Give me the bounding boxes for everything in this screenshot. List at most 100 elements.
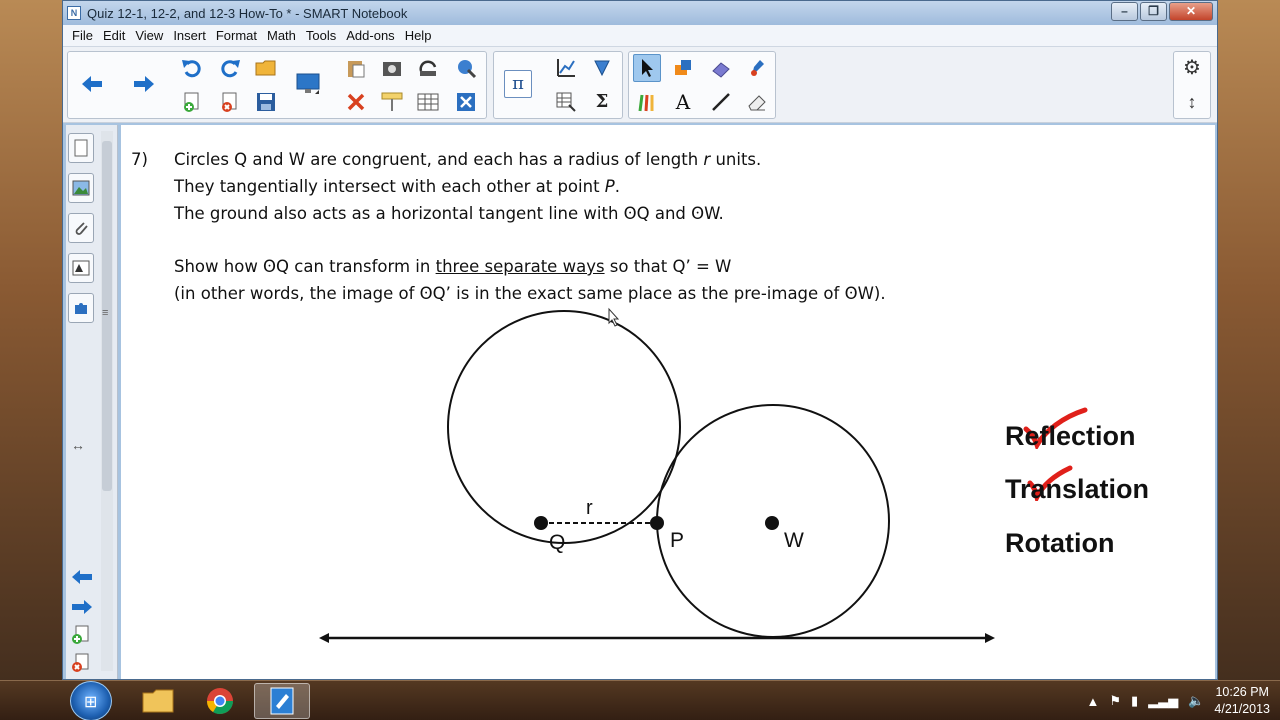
minimize-button[interactable]: – [1111,2,1138,21]
point-p [650,516,664,530]
label-p: P [670,529,685,552]
app-icon: N [67,6,81,20]
title-bar[interactable]: N Quiz 12-1, 12-2, and 12-3 How-To * - S… [63,1,1217,25]
toolbar-group-math: π Σ [493,51,623,119]
pi-icon[interactable]: π [504,70,532,98]
label-w: W [784,529,804,552]
menu-format[interactable]: Format [211,28,262,43]
graph-icon[interactable] [552,54,580,82]
ground-arrow-left [319,633,329,643]
mouse-cursor-icon [608,307,620,327]
menu-view[interactable]: View [130,28,168,43]
file-explorer-icon[interactable] [130,683,186,719]
properties-icon[interactable] [68,253,94,283]
menu-math[interactable]: Math [262,28,301,43]
label-r: r [586,497,593,519]
grip-icon: ≡ [102,307,109,319]
page-sorter-icon[interactable] [68,133,94,163]
attachments-icon[interactable] [68,213,94,243]
screen-shade-icon[interactable] [294,70,322,98]
window-title: Quiz 12-1, 12-2, and 12-3 How-To * - SMA… [87,5,408,21]
paste-icon[interactable] [342,54,370,82]
toolbar-group-settings: ⚙ ↕ [1173,51,1211,119]
toolbar-group-tools: A [628,51,776,119]
resize-arrows-icon[interactable]: ↔ [71,437,85,453]
back-arrow-icon[interactable] [78,70,106,98]
clock[interactable]: 10:26 PM 4/21/2013 [1214,684,1270,718]
sigma-icon[interactable]: Σ [588,88,616,116]
menu-edit[interactable]: Edit [98,28,130,43]
pen-icon[interactable] [743,54,771,82]
add-ons-puzzle-icon[interactable] [68,293,94,323]
next-page-icon[interactable] [70,599,94,620]
screen-icon[interactable] [378,88,406,116]
main-toolbar: π Σ A ⚙ ↕ [63,47,1217,123]
maximize-button[interactable]: ❐ [1140,2,1167,21]
volume-icon[interactable]: 🔈 [1188,693,1204,709]
notebook-page[interactable]: 7) Circles Q and W are congruent, and ea… [121,125,1215,679]
forward-arrow-icon[interactable] [130,70,158,98]
circle-q [447,310,681,544]
clock-time: 10:26 PM [1215,685,1269,699]
side-add-page-icon[interactable] [70,625,90,650]
circles-diagram [319,307,995,643]
menu-insert[interactable]: Insert [168,28,211,43]
fill-icon[interactable] [669,54,697,82]
answer-translation: Translation [1005,474,1150,504]
action-center-flag-icon[interactable]: ⚑ [1109,693,1121,709]
previous-page-icon[interactable] [70,569,94,590]
menu-add-ons[interactable]: Add-ons [341,28,399,43]
doc-camera-icon[interactable] [414,54,442,82]
save-icon[interactable] [252,88,280,116]
side-panel-scrollbar[interactable] [101,131,113,671]
side-panel: ≡ ↔ [66,125,118,679]
text-icon[interactable]: A [669,88,697,116]
line-icon[interactable] [707,88,735,116]
up-down-arrow-icon[interactable]: ↕ [1178,88,1206,116]
menu-tools[interactable]: Tools [301,28,341,43]
window-controls: – ❐ ✕ [1111,2,1213,21]
clock-date: 4/21/2013 [1214,702,1270,716]
ground-arrow-right [985,633,995,643]
magic-eraser-icon[interactable] [743,88,771,116]
menu-bar: File Edit View Insert Format Math Tools … [63,25,1217,47]
toolbar-group-file [67,51,487,119]
label-q: Q [549,531,566,554]
point-q [534,516,548,530]
add-page-icon[interactable] [178,88,206,116]
select-arrow-icon[interactable] [633,54,661,82]
gallery-icon[interactable] [68,173,94,203]
smart-notebook-window: N Quiz 12-1, 12-2, and 12-3 How-To * - S… [62,0,1218,680]
chrome-icon[interactable] [192,683,248,719]
table-icon[interactable] [414,88,442,116]
smart-notebook-task-icon[interactable] [254,683,310,719]
menu-file[interactable]: File [67,28,98,43]
creative-pens-icon[interactable] [633,88,661,116]
start-button[interactable]: ⊞ [70,681,112,720]
battery-icon[interactable]: ▮ [1131,693,1138,709]
menu-help[interactable]: Help [400,28,437,43]
answer-rotation: Rotation [1005,528,1115,558]
open-folder-icon[interactable] [252,54,280,82]
eraser-icon[interactable] [707,54,735,82]
capture-tool-icon[interactable] [452,54,480,82]
delete-icon[interactable] [342,88,370,116]
redo-icon[interactable] [216,54,244,82]
screen-capture-icon[interactable] [378,54,406,82]
close-window-button[interactable]: ✕ [1169,2,1213,21]
text-tool-glyph: A [675,90,691,114]
answer-reflection: Reflection [1005,421,1136,451]
system-tray: ▲ ⚑ ▮ ▂▃▅ 🔈 10:26 PM 4/21/2013 [1087,681,1270,720]
gear-icon[interactable]: ⚙ [1178,54,1206,82]
table-tool-icon[interactable] [552,88,580,116]
windows-taskbar: ⊞ ▲ ⚑ ▮ ▂▃▅ 🔈 10:26 PM 4/21/2013 [0,680,1280,720]
windows-logo-icon: ⊞ [84,694,98,711]
network-signal-icon[interactable]: ▂▃▅ [1148,693,1178,709]
side-delete-page-icon[interactable] [70,653,90,678]
shapes-icon[interactable] [588,54,616,82]
undo-icon[interactable] [178,54,206,82]
delete-page-icon[interactable] [216,88,244,116]
show-hidden-icons-icon[interactable]: ▲ [1087,694,1100,709]
point-w [765,516,779,530]
close-icon[interactable] [452,88,480,116]
